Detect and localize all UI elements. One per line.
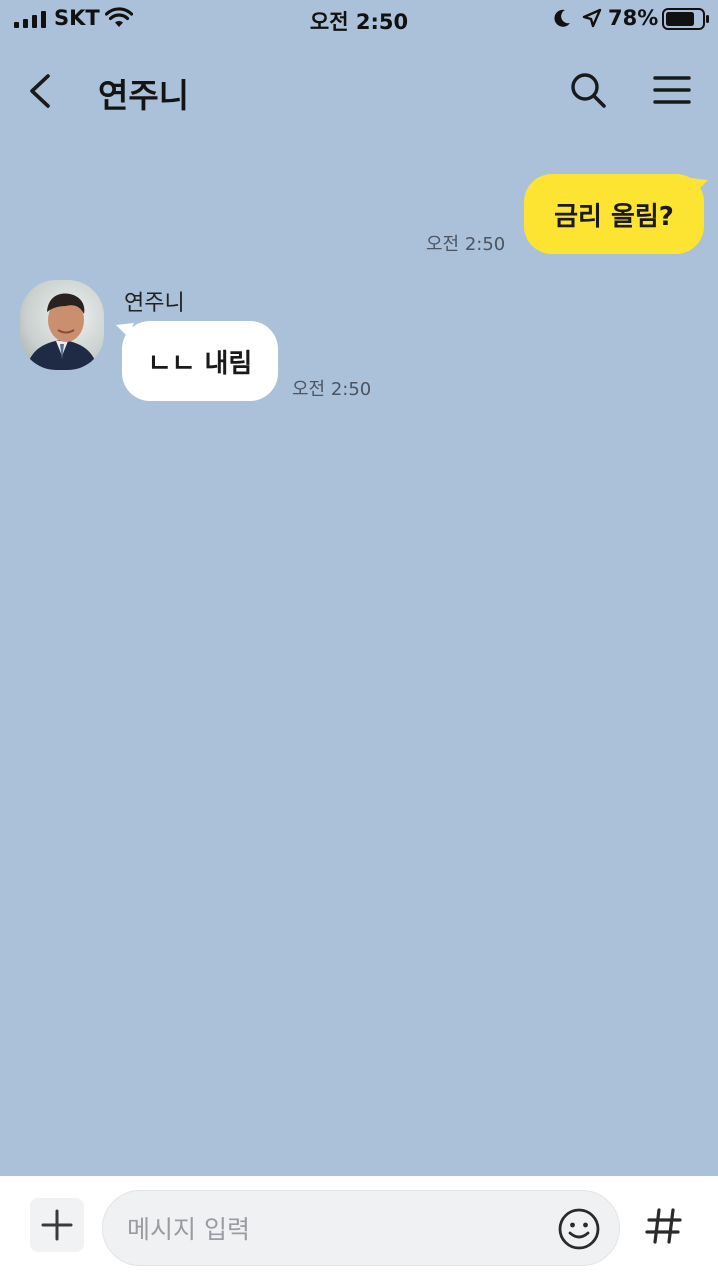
sender-avatar[interactable]: [20, 280, 104, 370]
incoming-message-bubble[interactable]: ㄴㄴ 내림: [122, 321, 278, 401]
moon-icon: [554, 9, 570, 27]
hashtag-icon[interactable]: [644, 1206, 684, 1246]
location-icon: [582, 8, 602, 28]
outgoing-message-text: 금리 올림?: [554, 201, 674, 232]
search-icon[interactable]: [568, 70, 608, 110]
message-field: [102, 1190, 620, 1266]
outgoing-message-bubble[interactable]: 금리 올림?: [524, 174, 704, 254]
message-input-bar: [0, 1176, 718, 1277]
chat-screen: SKT 오전 2:50 78% 연주니 금리 올림? 오전 2:50 연주니 ㄴ…: [0, 0, 718, 1277]
status-bar: SKT 오전 2:50 78%: [0, 0, 718, 40]
message-input[interactable]: [127, 1209, 527, 1249]
chat-header: 연주니: [0, 40, 718, 140]
incoming-message-text: ㄴㄴ 내림: [147, 348, 253, 379]
battery-icon: [662, 8, 709, 30]
attach-button[interactable]: [30, 1198, 84, 1252]
profile-photo: [26, 293, 98, 370]
outgoing-message-time: 오전 2:50: [426, 234, 506, 255]
plus-icon: [41, 1209, 73, 1241]
menu-icon[interactable]: [652, 74, 692, 106]
sender-name: 연주니: [124, 291, 185, 316]
incoming-message-time: 오전 2:50: [292, 379, 372, 400]
emoji-icon[interactable]: [557, 1207, 601, 1251]
chat-room-title: 연주니: [98, 76, 190, 115]
back-icon[interactable]: [24, 72, 56, 110]
battery-percent: 78%: [608, 6, 659, 30]
